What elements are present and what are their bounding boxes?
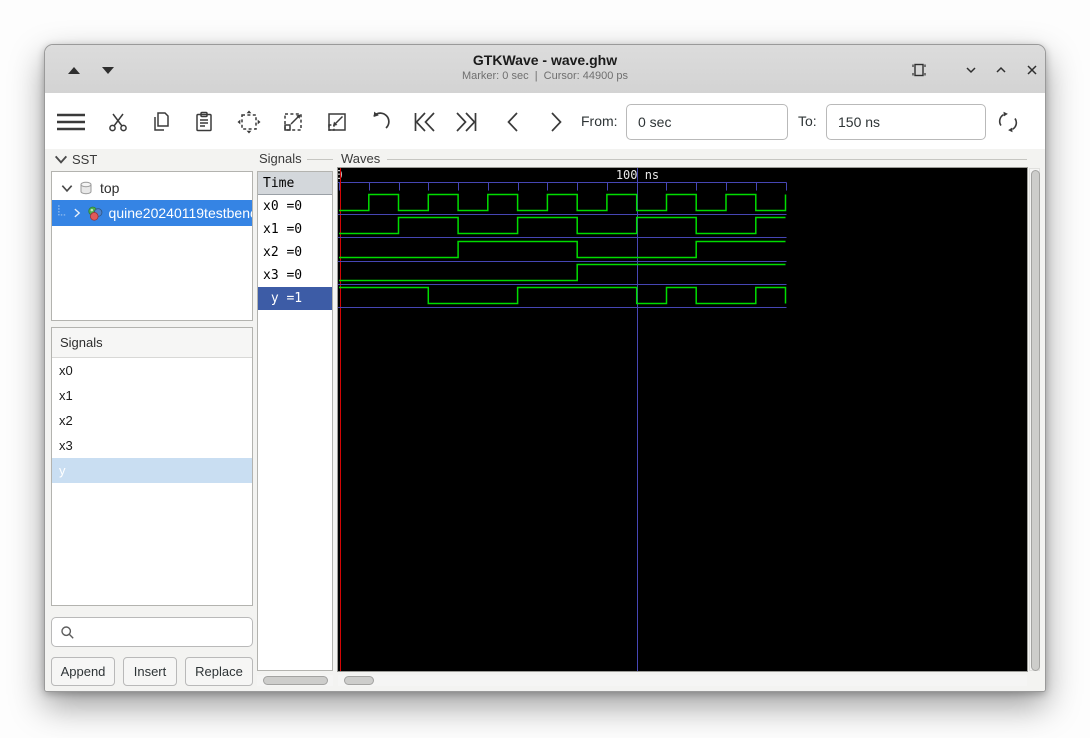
zoom-fit-button[interactable] (233, 106, 265, 138)
value-row-x1[interactable]: x1 =0 (258, 218, 332, 241)
hamburger-menu-icon (57, 113, 85, 131)
signal-list-item-y[interactable]: y (52, 458, 252, 483)
waves-vscrollbar-thumb[interactable] (1031, 170, 1040, 671)
value-row-y[interactable]: y =1 (258, 287, 332, 310)
tree-item-top[interactable]: top (52, 175, 252, 200)
titlebar[interactable]: GTKWave - wave.ghw Marker: 0 sec | Curso… (45, 45, 1045, 94)
gtkwave-window: GTKWave - wave.ghw Marker: 0 sec | Curso… (44, 44, 1046, 692)
chevron-left-icon (507, 112, 518, 132)
toolbar: From: To: (45, 93, 1045, 149)
skip-start-icon (414, 112, 435, 132)
copy-button[interactable] (145, 106, 177, 138)
undo-button[interactable] (364, 106, 396, 138)
skip-to-end-button[interactable] (450, 106, 482, 138)
clipboard-paste-icon (196, 111, 212, 132)
waves-frame-label: Waves (341, 151, 381, 166)
maximize-button[interactable] (988, 57, 1014, 83)
signal-list-item-x1[interactable]: x1 (52, 383, 252, 408)
zoom-fit-icon (237, 110, 261, 134)
values-hscrollbar-thumb[interactable] (263, 676, 328, 685)
value-row-x0[interactable]: x0 =0 (258, 195, 332, 218)
window-title: GTKWave - wave.ghw (472, 52, 618, 68)
chevron-down-icon (966, 67, 976, 74)
values-frame-label: Signals (259, 151, 302, 166)
wave-trace-x0 (339, 193, 787, 212)
wave-trace-y (339, 286, 787, 305)
to-input[interactable] (826, 104, 986, 140)
waves-hscrollbar-thumb[interactable] (344, 676, 374, 685)
close-icon (1027, 65, 1037, 75)
tree-item-quine[interactable]: quine20240119testbenc (52, 200, 252, 226)
signal-values-panel: Time x0 =0 x1 =0 x2 =0 x3 =0 y =1 (257, 171, 333, 671)
signals-frame-label: Signals (52, 328, 252, 358)
step-forward-button[interactable] (540, 106, 572, 138)
sst-tree: top quine20240119testbenc (51, 171, 253, 321)
signal-list-item-x3[interactable]: x3 (52, 433, 252, 458)
from-input[interactable] (626, 104, 788, 140)
zoom-in-area-button[interactable] (277, 106, 309, 138)
insert-button[interactable]: Insert (123, 657, 177, 686)
step-back-button[interactable] (497, 106, 529, 138)
paste-button[interactable] (188, 106, 220, 138)
chevron-down-icon[interactable] (60, 181, 74, 195)
undo-icon (373, 111, 390, 129)
time-header[interactable]: Time (258, 172, 332, 195)
wave-canvas[interactable]: 0100 ns (335, 167, 1028, 672)
zoom-out-area-button[interactable] (321, 106, 353, 138)
search-icon (61, 625, 74, 639)
chevron-right-icon (551, 112, 562, 132)
tree-item-label: top (100, 179, 120, 196)
chevron-right-icon[interactable] (71, 207, 83, 219)
to-label: To: (798, 113, 817, 129)
zoom-in-area-icon (284, 113, 302, 131)
wave-trace-x1 (339, 216, 786, 235)
from-label: From: (581, 113, 618, 129)
svg-text:100 ns: 100 ns (616, 168, 659, 182)
main-area: SST top quine20240119testbenc Signals x0… (45, 149, 1045, 691)
signal-list-item-x2[interactable]: x2 (52, 408, 252, 433)
signal-search-input[interactable] (51, 617, 253, 647)
sst-label: SST (72, 151, 98, 167)
scope-cylinder-icon (80, 181, 92, 194)
scissors-icon (109, 113, 127, 132)
signal-search-frame: Signals x0 x1 x2 x3 y (51, 327, 253, 606)
reload-icon (998, 111, 1018, 133)
skip-end-icon (456, 112, 477, 132)
replace-button[interactable]: Replace (185, 657, 253, 686)
desktop: GTKWave - wave.ghw Marker: 0 sec | Curso… (0, 0, 1090, 738)
wave-trace-x3 (339, 263, 786, 282)
copy-icon (154, 112, 169, 131)
chevron-down-icon (54, 155, 68, 164)
frame-line (387, 159, 1027, 160)
waves-vscrollbar[interactable] (1029, 168, 1040, 671)
menu-button[interactable] (55, 106, 87, 138)
value-row-x2[interactable]: x2 =0 (258, 241, 332, 264)
minimize-button[interactable] (958, 57, 984, 83)
waveform-svg: 0100 ns (335, 168, 787, 671)
tree-item-label: quine20240119testbenc (108, 205, 252, 221)
waves-hscrollbar[interactable] (338, 675, 1027, 686)
cut-button[interactable] (102, 106, 134, 138)
reload-button[interactable] (992, 106, 1024, 138)
skip-to-start-button[interactable] (409, 106, 441, 138)
marker-cursor-status: Marker: 0 sec | Cursor: 44900 ps (461, 70, 629, 82)
chevron-up-icon (996, 66, 1006, 73)
wave-trace-x2 (339, 240, 786, 259)
module-colored-icon (88, 206, 103, 221)
window-restore-button[interactable] (906, 57, 932, 83)
values-hscrollbar[interactable] (257, 675, 333, 686)
tree-branch-line (58, 205, 67, 216)
append-button[interactable]: Append (51, 657, 115, 686)
window-restore-icon (912, 63, 926, 77)
zoom-out-area-icon (328, 113, 346, 131)
signal-list-item-x0[interactable]: x0 (52, 358, 252, 383)
value-row-x3[interactable]: x3 =0 (258, 264, 332, 287)
sst-expander[interactable]: SST (53, 151, 97, 167)
titlebar-text: GTKWave - wave.ghw Marker: 0 sec | Curso… (45, 51, 1045, 84)
close-button[interactable] (1019, 57, 1045, 83)
frame-line (307, 159, 333, 160)
